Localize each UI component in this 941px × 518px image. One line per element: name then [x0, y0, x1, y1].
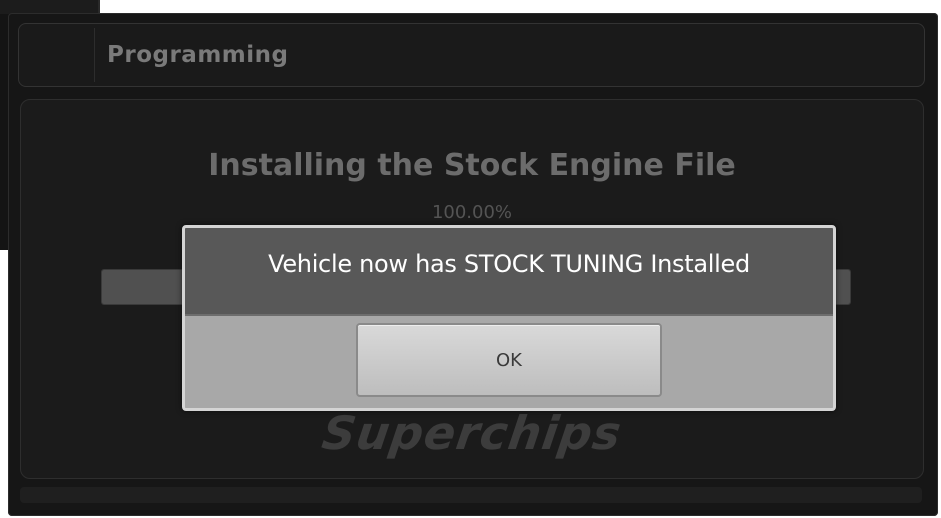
- title-bar: Programming: [18, 23, 925, 87]
- dialog-message: Vehicle now has STOCK TUNING Installed: [268, 250, 750, 278]
- superchips-logo: Superchips: [318, 406, 626, 460]
- alert-dialog: Vehicle now has STOCK TUNING Installed O…: [182, 225, 836, 411]
- page: Programming Installing the Stock Engine …: [0, 0, 941, 518]
- install-status-title: Installing the Stock Engine File: [208, 148, 736, 183]
- progress-percentage: 100.00%: [431, 202, 513, 223]
- bottom-strip: [20, 487, 922, 503]
- dialog-header: Vehicle now has STOCK TUNING Installed: [185, 228, 833, 316]
- title-bar-divider: [94, 28, 95, 82]
- page-title: Programming: [107, 42, 289, 68]
- ok-button[interactable]: OK: [356, 323, 662, 397]
